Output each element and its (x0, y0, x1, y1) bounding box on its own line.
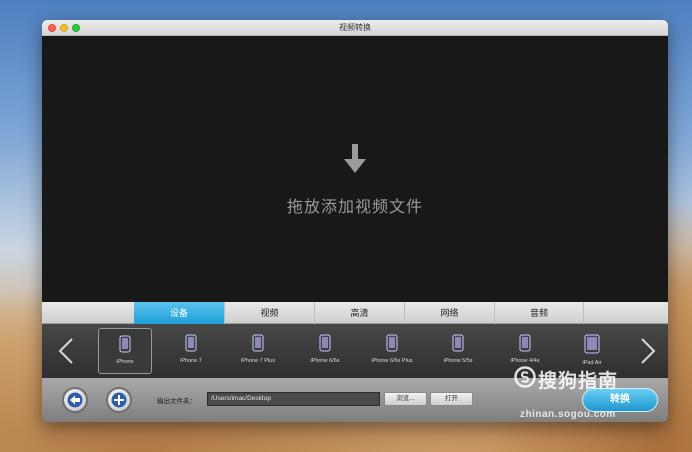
device-label: iPhone (116, 359, 134, 365)
open-button[interactable]: 打开 (430, 392, 473, 406)
device-label: iPhone 6/6s (310, 358, 340, 364)
watermark-text: 搜狗指南 (538, 371, 619, 392)
browse-button[interactable]: 浏览... (384, 392, 427, 406)
app-window: 视频转换 拖放添加视频文件 设备 视频 高清 网络 音频 iPhone iPho… (42, 20, 668, 422)
device-label: iPhone 6/6s Plus (371, 358, 413, 364)
device-iphone[interactable]: iPhone (98, 328, 152, 374)
device-iphone-6[interactable]: iPhone 6/6s (298, 328, 352, 374)
tab-hd[interactable]: 高清 (314, 302, 404, 324)
device-label: iPhone 7 (180, 358, 202, 364)
device-iphone-6-plus[interactable]: iPhone 6/6s Plus (365, 328, 419, 374)
down-arrow-icon (344, 144, 366, 173)
chevron-right-icon[interactable] (640, 337, 656, 365)
device-label: iPhone 5/5s (443, 358, 473, 364)
device-iphone-7[interactable]: iPhone 7 (164, 328, 218, 374)
tab-web[interactable]: 网络 (404, 302, 494, 324)
tab-video[interactable]: 视频 (224, 302, 314, 324)
iphone-icon (185, 334, 197, 352)
output-path-field[interactable]: /Users/imac/Desktop (207, 392, 380, 406)
iphone-icon (319, 334, 331, 352)
window-title: 视频转换 (339, 23, 371, 32)
device-label: iPhone 4/4s (510, 358, 540, 364)
device-label: iPhone 7 Plus (241, 358, 275, 364)
iphone-icon (386, 334, 398, 352)
back-arrow-icon (67, 392, 83, 408)
title-bar: 视频转换 (42, 20, 668, 36)
device-iphone-5[interactable]: iPhone 5/5s (431, 328, 485, 374)
drop-zone[interactable]: 拖放添加视频文件 (42, 36, 668, 320)
tab-audio[interactable]: 音频 (494, 302, 584, 324)
add-file-button[interactable] (106, 387, 132, 413)
category-tabs: 设备 视频 高清 网络 音频 (42, 302, 668, 324)
ipad-icon (584, 334, 600, 354)
tab-devices[interactable]: 设备 (134, 302, 224, 324)
iphone-icon (452, 334, 464, 352)
sogou-logo-icon (514, 366, 536, 388)
back-button[interactable] (62, 387, 88, 413)
watermark-url: zhinan.sogou.com (520, 409, 616, 420)
iphone-icon (252, 334, 264, 352)
chevron-left-icon[interactable] (58, 337, 74, 365)
output-folder-label: 输出文件夹： (157, 398, 196, 405)
iphone-icon (119, 335, 131, 353)
plus-icon (111, 392, 127, 408)
device-iphone-7-plus[interactable]: iPhone 7 Plus (231, 328, 285, 374)
iphone-icon (519, 334, 531, 352)
drop-zone-text: 拖放添加视频文件 (286, 199, 423, 216)
